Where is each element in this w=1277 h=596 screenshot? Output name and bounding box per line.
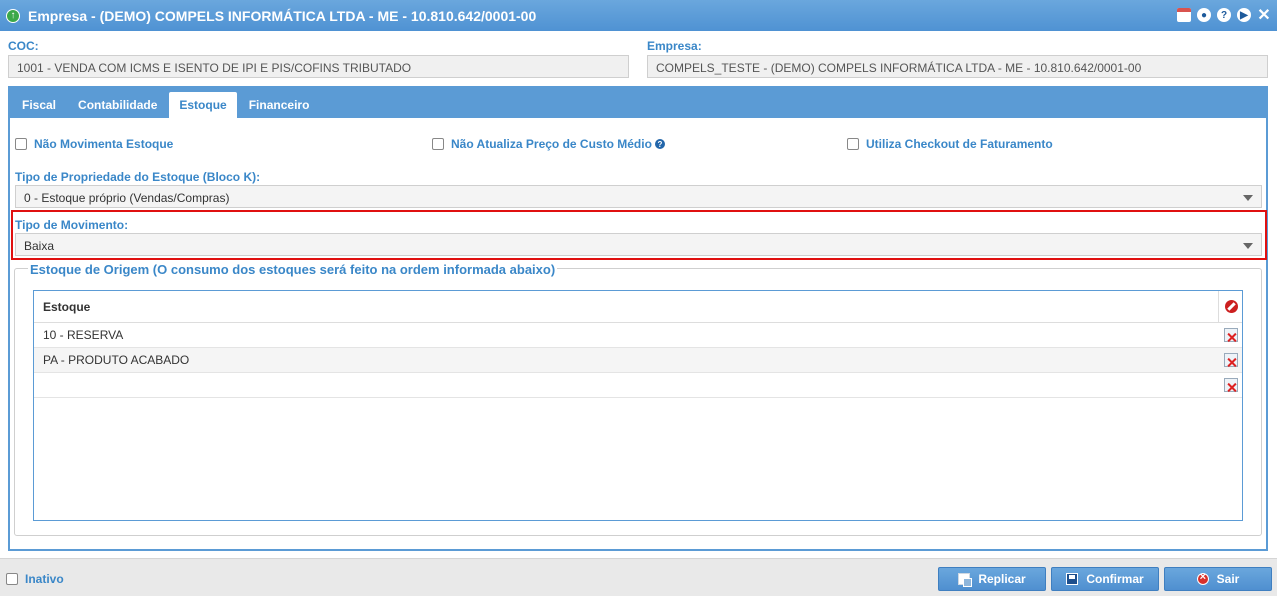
info-icon[interactable]: ● (1197, 8, 1211, 22)
tipo-propriedade-select[interactable]: 0 - Estoque próprio (Vendas/Compras) (15, 185, 1262, 208)
chevron-down-icon (1243, 243, 1253, 249)
close-icon[interactable]: ✕ (1257, 7, 1271, 24)
footer-bar: Inativo Replicar Confirmar Sair (0, 558, 1277, 596)
confirmar-button[interactable]: Confirmar (1051, 567, 1159, 591)
estoque-origem-legend: Estoque de Origem (O consumo dos estoque… (28, 262, 558, 277)
confirmar-label: Confirmar (1086, 572, 1144, 586)
nao-movimenta-label: Não Movimenta Estoque (34, 137, 174, 151)
empresa-label: Empresa: (647, 39, 702, 53)
utiliza-checkout-checkbox[interactable] (847, 138, 859, 150)
save-icon (1066, 573, 1079, 585)
grid-cell: 10 - RESERVA (43, 328, 124, 342)
title-controls: ● ? ▶ ✕ (1177, 7, 1271, 24)
replicar-button[interactable]: Replicar (938, 567, 1046, 591)
grid-header: Estoque (34, 291, 1242, 323)
nao-atualiza-preco[interactable]: Não Atualiza Preço de Custo Médio ? (432, 137, 665, 151)
coc-label: COC: (8, 39, 39, 53)
inativo-checkbox[interactable] (6, 573, 18, 585)
coc-field[interactable]: 1001 - VENDA COM ICMS E ISENTO DE IPI E … (8, 55, 629, 78)
next-icon[interactable]: ▶ (1237, 8, 1251, 22)
table-row[interactable]: 10 - RESERVA (34, 323, 1242, 348)
tipo-movimento-label: Tipo de Movimento: (15, 218, 129, 232)
delete-row-icon[interactable] (1224, 378, 1238, 392)
nao-movimenta-estoque[interactable]: Não Movimenta Estoque (15, 137, 173, 151)
title-bar: ↑ Empresa - (DEMO) COMPELS INFORMÁTICA L… (0, 0, 1277, 31)
chevron-down-icon (1243, 195, 1253, 201)
window-title: Empresa - (DEMO) COMPELS INFORMÁTICA LTD… (28, 7, 537, 24)
tab-bar: Fiscal Contabilidade Estoque Financeiro (10, 88, 1266, 118)
tipo-propriedade-value: 0 - Estoque próprio (Vendas/Compras) (24, 191, 230, 205)
nao-movimenta-checkbox[interactable] (15, 138, 27, 150)
sair-button[interactable]: Sair (1164, 567, 1272, 591)
sair-label: Sair (1216, 572, 1240, 586)
estoque-grid: Estoque 10 - RESERVA PA - PRODUTO ACABAD… (33, 290, 1243, 521)
delete-row-icon[interactable] (1224, 353, 1238, 367)
inativo-label: Inativo (25, 572, 64, 586)
exit-icon (1196, 571, 1209, 585)
grid-cell: PA - PRODUTO ACABADO (43, 353, 190, 367)
replicar-label: Replicar (978, 572, 1026, 586)
tipo-propriedade-label: Tipo de Propriedade do Estoque (Bloco K)… (15, 170, 261, 184)
tab-contabilidade[interactable]: Contabilidade (68, 92, 167, 118)
nao-atualiza-label: Não Atualiza Preço de Custo Médio (451, 137, 652, 151)
table-row[interactable] (34, 373, 1242, 398)
column-separator (1218, 291, 1219, 322)
help-icon[interactable]: ? (654, 139, 665, 149)
utiliza-checkout-label: Utiliza Checkout de Faturamento (866, 137, 1053, 151)
tipo-movimento-value: Baixa (24, 239, 55, 253)
tipo-movimento-select[interactable]: Baixa (15, 233, 1262, 256)
inativo-toggle[interactable]: Inativo (6, 572, 64, 586)
grid-header-estoque[interactable]: Estoque (34, 300, 90, 314)
tab-fiscal[interactable]: Fiscal (12, 92, 66, 118)
nao-atualiza-checkbox[interactable] (432, 138, 444, 150)
copy-icon (958, 573, 973, 587)
remove-all-icon[interactable] (1225, 300, 1238, 313)
empresa-window: ↑ Empresa - (DEMO) COMPELS INFORMÁTICA L… (0, 0, 1277, 596)
calendar-icon[interactable] (1177, 8, 1191, 22)
table-row[interactable]: PA - PRODUTO ACABADO (34, 348, 1242, 373)
utiliza-checkout[interactable]: Utiliza Checkout de Faturamento (847, 137, 1053, 151)
delete-row-icon[interactable] (1224, 328, 1238, 342)
tab-financeiro[interactable]: Financeiro (239, 92, 320, 118)
empresa-field[interactable]: COMPELS_TESTE - (DEMO) COMPELS INFORMÁTI… (647, 55, 1268, 78)
help-icon[interactable]: ? (1217, 8, 1231, 22)
tab-estoque[interactable]: Estoque (169, 92, 237, 118)
back-arrow-icon[interactable]: ↑ (6, 8, 20, 23)
